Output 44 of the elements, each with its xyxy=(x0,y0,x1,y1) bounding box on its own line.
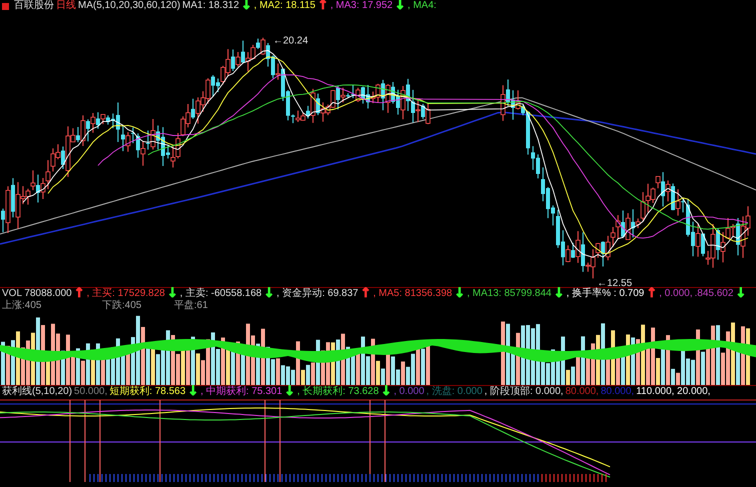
indicator-value: VOL 78088.000 xyxy=(2,288,72,300)
indicator-value: , 0.000, xyxy=(659,288,692,300)
trend-arrow: ↑ xyxy=(646,288,658,300)
indicator-value: , 主卖: -60558.168 xyxy=(180,288,262,300)
market-stat: 平盘:61 xyxy=(174,300,208,311)
indicator-value: , 换手率% : 0.709 xyxy=(566,288,644,300)
indicator-value: 获利线(5,10,20) xyxy=(2,386,72,398)
price-label: ←20.24 xyxy=(273,36,308,47)
indicator-value: , 洗盘: 0.000 xyxy=(426,386,482,398)
trend-arrow: ↓ xyxy=(454,288,465,300)
trend-arrow: ↓ xyxy=(188,386,198,398)
indicator-value: , 0.000 xyxy=(394,386,424,398)
indicator-value: , 主买: 17529.828 xyxy=(86,288,165,300)
indicator-value: , MA4: xyxy=(408,0,436,12)
price-label: ←12.55 xyxy=(597,278,632,288)
indicator-value: , 资金异动: 69.837 xyxy=(276,288,358,300)
indicator-value: , 长期获利: 73.628 xyxy=(297,386,379,398)
indicator-value: 短期获利: 78.563 xyxy=(109,386,186,398)
trend-arrow: ↑ xyxy=(74,288,85,300)
indicator-value: , 中期获利: 75.301 xyxy=(200,386,282,398)
trend-arrow: ↓ xyxy=(554,288,564,300)
trend-arrow: ↓ xyxy=(735,288,746,300)
indicator-value: 110.000, 20.000, xyxy=(636,386,710,398)
square-icon xyxy=(2,2,9,10)
trend-arrow: ↑ xyxy=(360,288,372,300)
indicator-value: 百联股份 xyxy=(14,0,54,12)
market-stat: 下跌:405 xyxy=(102,300,142,311)
indicator-value: , MA3: 17.952 xyxy=(330,0,393,12)
indicator-value: , MA5: 81356.398 xyxy=(373,288,452,300)
trend-arrow: ↓ xyxy=(380,386,392,398)
indicator-value: MA1: 18.312 xyxy=(182,0,240,12)
indicator-value: .845.602 xyxy=(694,288,734,300)
indicator-value: , 阶段顶部: 0.000, xyxy=(484,386,564,398)
indicator-value: 80.000, xyxy=(565,386,599,398)
trend-arrow: ↓ xyxy=(284,386,296,398)
indicator-value: 日线 xyxy=(56,0,76,12)
market-stat: 上涨:405 xyxy=(2,300,42,311)
indicator-value: 80.000, xyxy=(600,386,634,398)
indicator-value: , MA2: 18.115 xyxy=(254,0,316,12)
indicator-value: MA(5,10,20,30,60,120) xyxy=(78,0,180,12)
trend-arrow: ↓ xyxy=(166,288,178,300)
indicator-value: , MA13: 85799.844 xyxy=(466,288,552,300)
indicator-value: 50.000, xyxy=(74,386,108,398)
trend-arrow: ↓ xyxy=(264,288,275,300)
